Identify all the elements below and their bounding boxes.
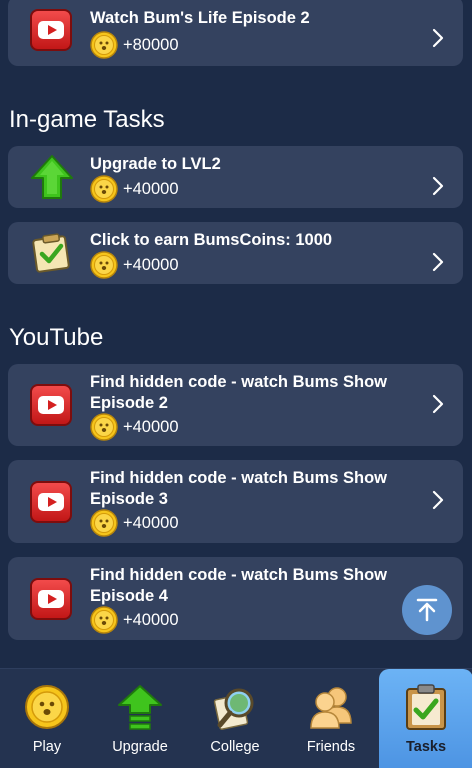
task-card-bums-show-ep3[interactable]: Find hidden code - watch Bums Show Episo…	[8, 460, 463, 543]
task-card-bums-show-ep4[interactable]: Find hidden code - watch Bums Show Episo…	[8, 557, 463, 640]
task-reward: +40000	[90, 251, 179, 279]
task-card-watch-bums-life[interactable]: Watch Bum's Life Episode 2 +80000	[8, 0, 463, 66]
coin-icon	[90, 413, 118, 441]
coin-icon	[90, 606, 118, 634]
nav-item-upgrade[interactable]: Upgrade	[93, 669, 187, 768]
coin-icon	[90, 175, 118, 203]
coin-icon	[90, 509, 118, 537]
youtube-icon	[30, 384, 72, 426]
youtube-icon	[30, 481, 72, 523]
arrow-up-to-top-icon	[416, 598, 438, 622]
reward-amount: +40000	[123, 610, 179, 629]
nav-label: College	[210, 739, 260, 755]
nav-label: Play	[32, 739, 62, 755]
youtube-icon	[30, 9, 72, 51]
nav-label: Tasks	[405, 739, 447, 755]
reward-amount: +40000	[123, 513, 179, 532]
magnifier-icon	[213, 688, 254, 730]
coin-icon	[90, 31, 118, 59]
section-title-youtube: YouTube	[9, 324, 104, 351]
nav-item-tasks[interactable]: Tasks	[379, 669, 472, 768]
chevron-right-icon	[432, 394, 444, 414]
clipboard-check-icon	[30, 232, 72, 279]
nav-item-friends[interactable]: Friends	[284, 669, 378, 768]
task-title: Upgrade to LVL2	[90, 155, 221, 173]
chevron-right-icon	[432, 176, 444, 196]
task-title: Find hidden code - watch Bums Show Episo…	[90, 373, 388, 412]
task-title: Click to earn BumsCoins: 1000	[90, 231, 333, 249]
task-reward: +40000	[90, 175, 179, 203]
reward-amount: +40000	[123, 179, 179, 198]
chevron-right-icon	[432, 28, 444, 48]
task-reward: +80000	[90, 31, 179, 59]
task-reward: +40000	[90, 509, 179, 537]
nav-label: Upgrade	[112, 739, 168, 755]
youtube-icon	[30, 578, 72, 620]
task-card-upgrade-lvl2[interactable]: Upgrade to LVL2 +40000	[8, 146, 463, 208]
upgrade-arrow-icon	[30, 154, 74, 205]
task-title: Watch Bum's Life Episode 2	[90, 9, 310, 27]
tasks-screen: Watch Bum's Life Episode 2 +80000 In-gam…	[0, 0, 472, 768]
nav-label: Friends	[306, 739, 356, 755]
reward-amount: +40000	[123, 417, 179, 436]
coin-icon	[90, 251, 118, 279]
reward-amount: +80000	[123, 35, 179, 54]
task-card-bums-show-ep2[interactable]: Find hidden code - watch Bums Show Episo…	[8, 364, 463, 446]
task-reward: +40000	[90, 606, 179, 634]
task-title: Find hidden code - watch Bums Show Episo…	[90, 469, 388, 508]
bottom-nav: Play Upgrade College Friends Tasks	[0, 668, 472, 768]
task-reward: +40000	[90, 413, 179, 441]
task-card-click-earn[interactable]: Click to earn BumsCoins: 1000 +40000	[8, 222, 463, 284]
upgrade-arrow-icon	[118, 685, 162, 730]
scroll-to-top-button[interactable]	[402, 585, 452, 635]
section-title-ingame: In-game Tasks	[9, 106, 165, 133]
clipboard-check-icon	[406, 684, 446, 730]
friends-icon	[310, 687, 352, 729]
reward-amount: +40000	[123, 255, 179, 274]
nav-item-college[interactable]: College	[188, 669, 282, 768]
chevron-right-icon	[432, 490, 444, 510]
nav-item-play[interactable]: Play	[0, 669, 94, 768]
chevron-right-icon	[432, 252, 444, 272]
task-title: Find hidden code - watch Bums Show Episo…	[90, 566, 388, 605]
coin-icon	[25, 685, 69, 729]
